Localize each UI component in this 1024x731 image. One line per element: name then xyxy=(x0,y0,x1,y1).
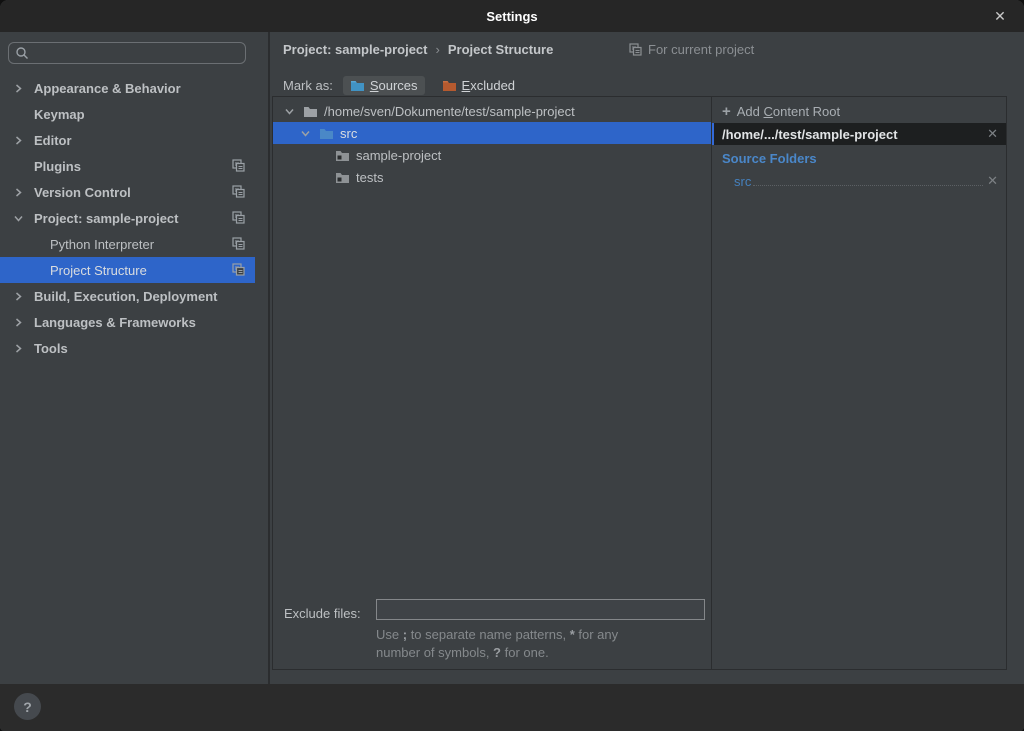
mark-excluded-button[interactable]: Excluded xyxy=(435,76,522,95)
sidebar-item-python-interpreter[interactable]: Python Interpreter xyxy=(0,231,255,257)
scope-label: For current project xyxy=(648,42,754,57)
mark-as-toolbar: Mark as: Sources Excluded xyxy=(283,73,522,97)
title-bar: Settings ✕ xyxy=(0,0,1024,32)
chevron-right-icon xyxy=(14,318,23,327)
tree-row-label: sample-project xyxy=(356,148,441,163)
sidebar-item-label: Editor xyxy=(34,133,72,148)
dotted-leader xyxy=(753,185,983,186)
structure-panels: /home/sven/Dokumente/test/sample-project… xyxy=(272,96,1007,670)
hint-line-1: Use ; to separate name patterns, * for a… xyxy=(376,626,618,644)
scope-indicator: For current project xyxy=(629,38,754,60)
sidebar-nav: Appearance & Behavior Keymap Editor Plugins… xyxy=(0,75,270,361)
sources-folder-icon xyxy=(350,79,365,92)
breadcrumb: Project: sample-project › Project Struct… xyxy=(283,38,553,60)
sidebar-item-label: Python Interpreter xyxy=(50,237,154,252)
settings-scope-icon xyxy=(232,185,245,198)
sidebar-item-label: Project: sample-project xyxy=(34,211,179,226)
source-folder-name: src xyxy=(734,174,751,190)
settings-scope-icon xyxy=(232,159,245,172)
folder-icon xyxy=(335,171,350,184)
window-title: Settings xyxy=(486,9,537,24)
sources-label: Sources xyxy=(370,78,418,93)
footer-bar: ? OK Cancel Apply xyxy=(0,684,1024,731)
tree-row-label: src xyxy=(340,126,357,141)
sidebar-item-project-sample-project[interactable]: Project: sample-project xyxy=(0,205,255,231)
chevron-right-icon xyxy=(14,292,23,301)
chevron-right-icon xyxy=(14,188,23,197)
content-root-item[interactable]: /home/.../test/sample-project ✕ xyxy=(712,123,1006,145)
chevron-down-icon xyxy=(14,214,23,223)
tree-row-label: /home/sven/Dokumente/test/sample-project xyxy=(324,104,575,119)
sidebar-item-keymap[interactable]: Keymap xyxy=(0,101,255,127)
sidebar-item-version-control[interactable]: Version Control xyxy=(0,179,255,205)
tree-row-tests[interactable]: tests xyxy=(273,166,711,188)
sidebar-item-label: Project Structure xyxy=(50,263,147,278)
sidebar-item-label: Version Control xyxy=(34,185,131,200)
folder-icon xyxy=(335,149,350,162)
folder-icon xyxy=(319,127,334,140)
chevron-right-icon xyxy=(14,136,23,145)
remove-source-folder-icon[interactable]: ✕ xyxy=(987,173,998,189)
breadcrumb-separator: › xyxy=(436,42,440,57)
chevron-right-icon xyxy=(14,84,23,93)
chevron-down-icon xyxy=(285,107,294,116)
plus-icon: + xyxy=(722,104,731,119)
sidebar-item-label: Plugins xyxy=(34,159,81,174)
content-tree-column: /home/sven/Dokumente/test/sample-project… xyxy=(273,97,712,669)
sidebar-item-languages-frameworks[interactable]: Languages & Frameworks xyxy=(0,309,255,335)
remove-content-root-icon[interactable]: ✕ xyxy=(987,126,998,142)
sidebar-item-plugins[interactable]: Plugins xyxy=(0,153,255,179)
breadcrumb-project[interactable]: Project: sample-project xyxy=(283,42,428,57)
source-folders-list: src ✕ xyxy=(712,170,1006,190)
sidebar-item-tools[interactable]: Tools xyxy=(0,335,255,361)
sidebar-item-build-execution-deployment[interactable]: Build, Execution, Deployment xyxy=(0,283,255,309)
content-roots-column: + Add Content Root /home/.../test/sample… xyxy=(712,97,1006,669)
add-content-root-label: Add Content Root xyxy=(737,104,840,119)
source-folder-item[interactable]: src ✕ xyxy=(712,170,1006,190)
sidebar-item-label: Keymap xyxy=(34,107,85,122)
mark-sources-button[interactable]: Sources xyxy=(343,76,425,95)
help-button[interactable]: ? xyxy=(14,693,41,720)
file-tree: /home/sven/Dokumente/test/sample-project… xyxy=(273,100,711,188)
hint-line-2: number of symbols, ? for one. xyxy=(376,644,618,662)
folder-icon xyxy=(303,105,318,118)
main-panel: Project: sample-project › Project Struct… xyxy=(272,32,1024,684)
tree-row-label: tests xyxy=(356,170,383,185)
search-icon xyxy=(15,46,29,60)
sidebar-item-label: Appearance & Behavior xyxy=(34,81,181,96)
settings-sidebar: Appearance & Behavior Keymap Editor Plugins… xyxy=(0,32,270,684)
settings-dialog: Settings ✕ Appearance & Behavior Keymap Ed… xyxy=(0,0,1024,731)
chevron-right-icon xyxy=(14,344,23,353)
current-project-icon xyxy=(629,43,642,56)
excluded-folder-icon xyxy=(442,79,457,92)
sidebar-item-editor[interactable]: Editor xyxy=(0,127,255,153)
breadcrumb-page: Project Structure xyxy=(448,42,553,57)
exclude-files-input[interactable] xyxy=(376,599,705,620)
sidebar-item-project-structure[interactable]: Project Structure xyxy=(0,257,255,283)
exclude-files-hint: Use ; to separate name patterns, * for a… xyxy=(376,626,618,662)
sidebar-item-label: Build, Execution, Deployment xyxy=(34,289,217,304)
exclude-files-label: Exclude files: xyxy=(284,606,361,621)
settings-scope-icon xyxy=(232,211,245,224)
tree-row-src[interactable]: src xyxy=(273,122,711,144)
tree-row--home-sven-dokumente-test-sample-project[interactable]: /home/sven/Dokumente/test/sample-project xyxy=(273,100,711,122)
sidebar-item-label: Tools xyxy=(34,341,68,356)
excluded-label: Excluded xyxy=(462,78,515,93)
tree-row-sample-project[interactable]: sample-project xyxy=(273,144,711,166)
settings-scope-icon xyxy=(232,263,245,276)
sidebar-item-label: Languages & Frameworks xyxy=(34,315,196,330)
search-input[interactable] xyxy=(8,42,246,64)
settings-scope-icon xyxy=(232,237,245,250)
mark-as-label: Mark as: xyxy=(283,78,333,93)
close-icon[interactable]: ✕ xyxy=(986,0,1014,32)
sidebar-item-appearance-behavior[interactable]: Appearance & Behavior xyxy=(0,75,255,101)
content-root-path: /home/.../test/sample-project xyxy=(722,127,898,142)
source-folders-heading: Source Folders xyxy=(722,151,817,166)
add-content-root-button[interactable]: + Add Content Root xyxy=(722,101,840,121)
chevron-down-icon xyxy=(301,129,310,138)
